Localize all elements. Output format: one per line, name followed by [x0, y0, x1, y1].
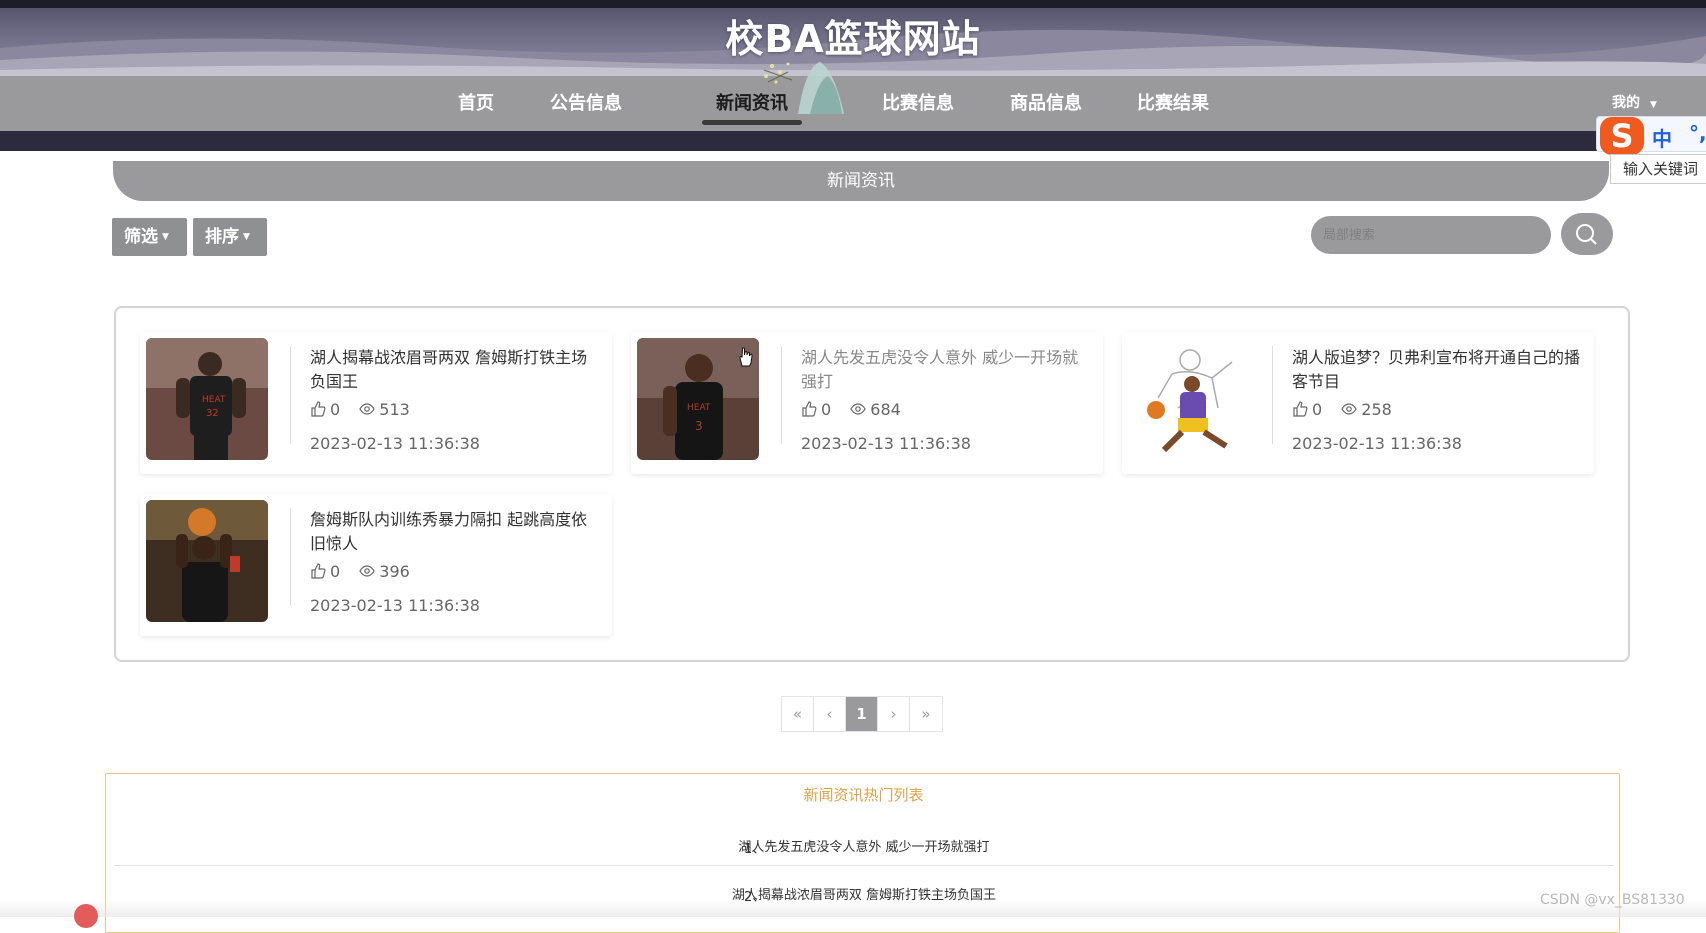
news-time: 2023-02-13 11:36:38	[1292, 434, 1462, 453]
news-title[interactable]: 湖人先发五虎没令人意外 威少一开场就强打	[801, 346, 1091, 394]
nav-results[interactable]: 比赛结果	[1137, 89, 1209, 115]
pagination: « ‹ 1 › »	[781, 696, 943, 732]
search-button[interactable]	[1561, 213, 1613, 255]
like-count-value: 0	[330, 562, 341, 581]
like-count[interactable]: 0	[310, 562, 340, 581]
search-input[interactable]	[1311, 216, 1551, 254]
news-thumbnail	[146, 500, 268, 622]
eye-icon	[850, 403, 866, 415]
floating-red-dot-icon[interactable]	[74, 904, 98, 928]
user-menu-label: 我的	[1612, 95, 1640, 111]
csdn-watermark: CSDN @vx_BS81330	[1540, 892, 1685, 908]
like-count-value: 0	[1312, 400, 1323, 419]
view-count: 513	[359, 400, 410, 419]
hand-cursor-icon	[739, 347, 753, 367]
punctuation-icon: °,	[1689, 121, 1706, 145]
news-card[interactable]: HEAT 3 湖人先发五虎没令人意外 威少一开场就强打 0 684 2023-0…	[631, 332, 1103, 474]
view-count-value: 684	[870, 400, 901, 419]
like-count[interactable]: 0	[1292, 400, 1322, 419]
caret-down-icon: ▼	[243, 232, 250, 242]
view-count-value: 513	[379, 400, 410, 419]
news-title[interactable]: 詹姆斯队内训练秀暴力隔扣 起跳高度依旧惊人	[310, 508, 600, 556]
card-divider	[290, 346, 291, 444]
news-meta: 0 258	[1292, 400, 1406, 419]
search-icon	[1576, 224, 1597, 245]
news-card[interactable]: 湖人版追梦？贝弗利宣布将开通自己的播客节目 0 258 2023-02-13 1…	[1122, 332, 1594, 474]
view-count-value: 258	[1361, 400, 1392, 419]
hot-news-title: 新闻资讯热门列表	[803, 786, 924, 804]
thumbs-up-icon	[1293, 401, 1308, 417]
header-bottom-band	[0, 131, 1706, 151]
eye-icon	[1341, 403, 1357, 415]
hot-news-item[interactable]: 1、 湖人先发五虎没令人意外 威少一开场就强打	[114, 818, 1614, 866]
sort-dropdown-button[interactable]: 排序 ▼	[193, 218, 267, 256]
news-meta: 0 513	[310, 400, 424, 419]
ime-toolbar[interactable]: S 中 °,	[1596, 116, 1706, 155]
news-meta: 0 396	[310, 562, 424, 581]
ime-mode-label: 中	[1652, 127, 1672, 151]
news-list: HEAT 32 湖人揭幕战浓眉哥两双 詹姆斯打铁主场负国王 0 513 2023…	[114, 306, 1630, 662]
card-divider	[781, 346, 782, 444]
news-card[interactable]: HEAT 32 湖人揭幕战浓眉哥两双 詹姆斯打铁主场负国王 0 513 2023…	[140, 332, 612, 474]
like-count-value: 0	[330, 400, 341, 419]
next-page-button[interactable]: ›	[878, 697, 910, 731]
view-count: 258	[1341, 400, 1392, 419]
news-thumbnail	[1128, 338, 1250, 460]
page-title: 新闻资讯	[113, 161, 1609, 201]
sort-label: 排序	[205, 227, 239, 247]
thumbs-up-icon	[802, 401, 817, 417]
like-count[interactable]: 0	[310, 400, 340, 419]
nav-home[interactable]: 首页	[458, 89, 494, 115]
nav-notices[interactable]: 公告信息	[550, 89, 622, 115]
like-count[interactable]: 0	[801, 400, 831, 419]
user-menu[interactable]: 我的 ▼	[1612, 92, 1657, 112]
hot-news-link[interactable]: 湖人先发五虎没令人意外 威少一开场就强打	[114, 836, 1614, 855]
news-title[interactable]: 湖人版追梦？贝弗利宣布将开通自己的播客节目	[1292, 346, 1582, 394]
nav-active-indicator	[702, 120, 802, 125]
svg-text:3: 3	[695, 419, 703, 433]
card-divider	[1272, 346, 1273, 444]
news-thumbnail: HEAT 32	[146, 338, 268, 460]
view-count: 684	[850, 400, 901, 419]
thumbs-up-icon	[311, 563, 326, 579]
caret-down-icon: ▼	[162, 232, 169, 242]
current-page-button[interactable]: 1	[846, 697, 878, 731]
news-title[interactable]: 湖人揭幕战浓眉哥两双 詹姆斯打铁主场负国王	[310, 346, 600, 394]
svg-text:HEAT: HEAT	[687, 403, 711, 413]
card-divider	[290, 508, 291, 606]
prev-page-button[interactable]: ‹	[814, 697, 846, 731]
eye-icon	[359, 565, 375, 577]
view-count: 396	[359, 562, 410, 581]
news-time: 2023-02-13 11:36:38	[310, 434, 480, 453]
svg-text:32: 32	[206, 408, 219, 419]
last-page-button[interactable]: »	[910, 697, 942, 731]
news-meta: 0 684	[801, 400, 915, 419]
svg-text:HEAT: HEAT	[202, 395, 226, 405]
news-time: 2023-02-13 11:36:38	[310, 596, 480, 615]
filter-dropdown-button[interactable]: 筛选 ▼	[112, 218, 187, 256]
ink-mountain-decoration	[763, 62, 844, 114]
news-time: 2023-02-13 11:36:38	[801, 434, 971, 453]
bottom-fade	[0, 900, 1706, 917]
news-card[interactable]: 詹姆斯队内训练秀暴力隔扣 起跳高度依旧惊人 0 396 2023-02-13 1…	[140, 494, 612, 636]
nav-products[interactable]: 商品信息	[1010, 89, 1082, 115]
ime-hint: 输入关键词	[1610, 154, 1706, 184]
like-count-value: 0	[821, 400, 832, 419]
caret-down-icon: ▼	[1650, 100, 1657, 110]
thumbs-up-icon	[311, 401, 326, 417]
view-count-value: 396	[379, 562, 410, 581]
main-nav: 首页 公告信息 新闻资讯 比赛信息 商品信息 比赛结果 我的 ▼	[0, 62, 1706, 131]
sogou-logo-icon: S	[1600, 117, 1644, 155]
nav-matches[interactable]: 比赛信息	[882, 89, 954, 115]
eye-icon	[359, 403, 375, 415]
site-title: 校BA篮球网站	[725, 17, 981, 61]
filter-label: 筛选	[124, 227, 158, 247]
first-page-button[interactable]: «	[782, 697, 814, 731]
